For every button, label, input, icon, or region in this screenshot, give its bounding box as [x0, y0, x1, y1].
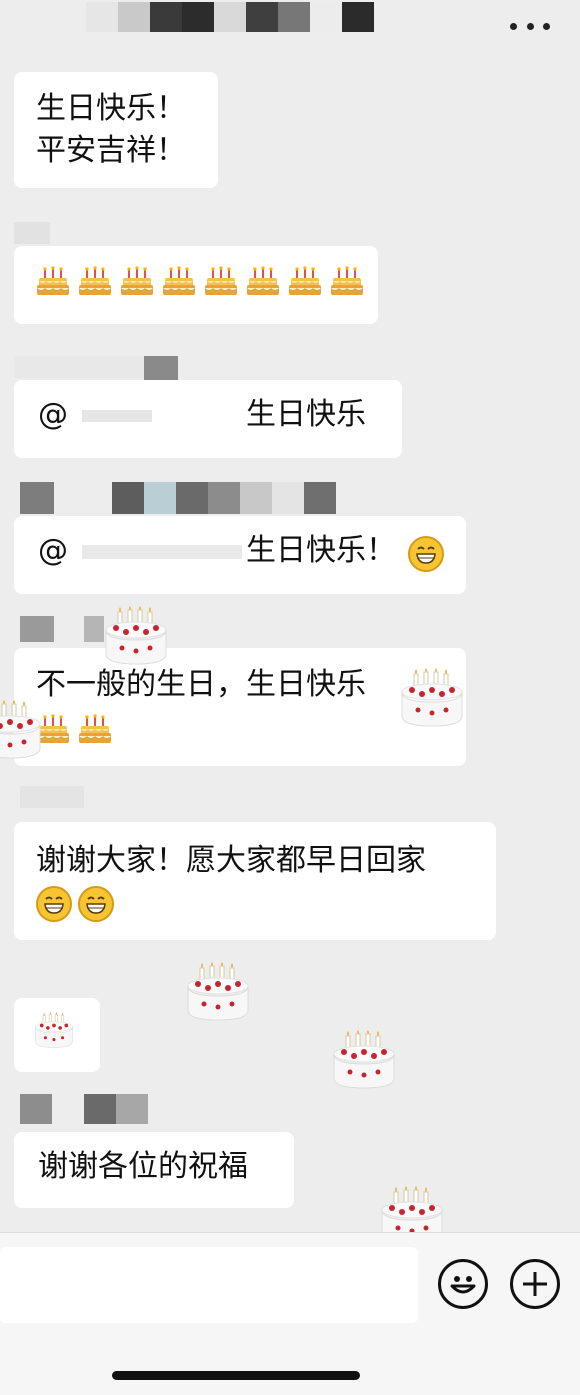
message-bubble[interactable]	[14, 246, 378, 324]
chat-title-redacted	[86, 2, 374, 32]
more-dots-icon[interactable]	[510, 16, 550, 36]
cake-sticker-icon	[34, 1012, 74, 1058]
mention-name-redacted	[81, 544, 242, 559]
falling-cake-icon	[0, 700, 42, 762]
sender-name-redacted	[20, 482, 336, 514]
grin-emoji-row	[36, 886, 474, 922]
grin-emoji-icon	[36, 886, 72, 922]
sender-name-redacted	[20, 786, 84, 808]
smiley-icon[interactable]	[438, 1259, 488, 1309]
message-text: 不一般的生日，生日快乐	[36, 667, 366, 702]
message-bubble[interactable]: 生日快乐！ 平安吉祥！	[14, 72, 218, 188]
message-bubble[interactable]: @ 生日快乐	[14, 380, 402, 458]
message-bubble[interactable]: @ 生日快乐！	[14, 516, 466, 594]
home-indicator	[112, 1371, 360, 1380]
grin-emoji-icon	[408, 536, 444, 572]
sender-name-redacted	[14, 222, 50, 244]
cake-emoji-icon	[78, 264, 112, 310]
cake-emoji-icon	[36, 264, 70, 310]
mention-name-redacted	[81, 409, 152, 422]
falling-cake-icon	[104, 606, 168, 668]
message-bubble[interactable]: 谢谢各位的祝福	[14, 1132, 294, 1208]
message-text: 生日快乐！	[36, 91, 186, 126]
falling-cake-icon	[400, 668, 464, 730]
message-bubble[interactable]	[14, 998, 100, 1072]
sender-name-redacted	[14, 356, 178, 386]
cake-emoji-icon	[120, 264, 154, 310]
falling-cake-icon	[332, 1030, 396, 1092]
message-text: 平安吉祥！	[36, 133, 186, 168]
cake-emoji-icon	[288, 264, 322, 310]
grin-emoji-icon	[78, 886, 114, 922]
cake-emoji-icon	[78, 712, 112, 758]
message-text: 谢谢大家！愿大家都早日回家	[36, 843, 426, 878]
message-text: 谢谢各位的祝福	[38, 1149, 248, 1184]
cake-emoji-icon	[162, 264, 196, 310]
mention-at: @	[38, 397, 68, 432]
plus-icon[interactable]	[510, 1259, 560, 1309]
cake-emoji-icon	[246, 264, 280, 310]
message-bubble[interactable]: 谢谢大家！愿大家都早日回家	[14, 822, 496, 940]
message-text: 生日快乐	[246, 397, 366, 432]
mention-at: @	[38, 533, 68, 568]
falling-cake-icon	[186, 962, 250, 1024]
sender-name-redacted	[20, 1094, 148, 1124]
chat-header	[0, 0, 580, 62]
message-text: 生日快乐！	[246, 533, 396, 568]
message-bubble[interactable]: 不一般的生日，生日快乐	[14, 648, 466, 766]
cake-emoji-row	[36, 712, 444, 758]
cake-emoji-icon	[204, 264, 238, 310]
sender-name-redacted	[20, 616, 104, 642]
message-input[interactable]	[0, 1247, 418, 1323]
cake-emoji-icon	[330, 264, 364, 310]
cake-emoji-row	[36, 264, 363, 310]
input-bar	[0, 1232, 580, 1395]
